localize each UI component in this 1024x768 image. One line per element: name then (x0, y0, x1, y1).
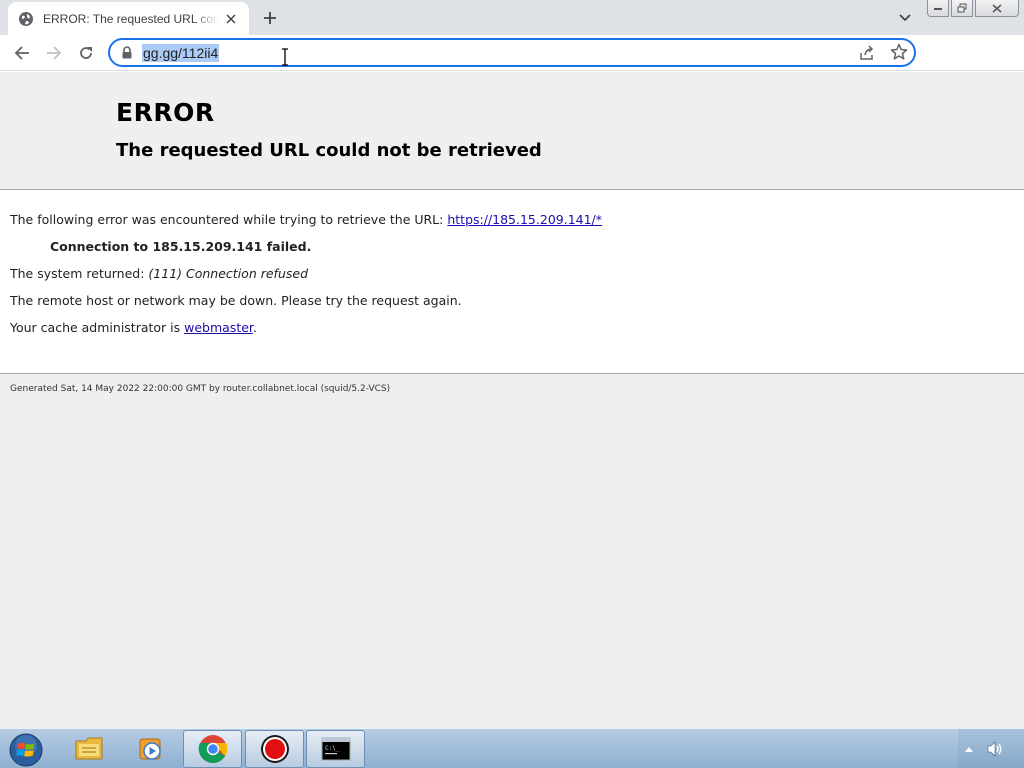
media-player-icon (139, 738, 161, 760)
terminal-icon: C:\_ (321, 737, 350, 761)
system-tray (958, 729, 1024, 768)
error-header: ERROR The requested URL could not be ret… (116, 98, 542, 161)
close-tab-icon[interactable] (223, 11, 239, 27)
footer-text: Generated Sat, 14 May 2022 22:00:00 GMT … (10, 384, 391, 394)
record-icon (260, 735, 289, 763)
chevron-down-icon (899, 14, 911, 22)
windows-start-icon (9, 733, 43, 767)
taskbar-command-prompt[interactable]: C:\_ (306, 730, 365, 768)
svg-text:C:\_: C:\_ (325, 745, 340, 752)
remote-host-text: The remote host or network may be down. … (10, 293, 462, 308)
new-tab-button[interactable] (259, 7, 281, 29)
folder-icon (75, 737, 102, 760)
system-returned-label: The system returned: (10, 266, 149, 281)
url-text[interactable]: gg.gg/112ii4 (142, 44, 220, 62)
restore-icon (957, 3, 967, 13)
tab-search-button[interactable] (895, 8, 915, 28)
webmaster-link[interactable]: webmaster (184, 320, 253, 335)
arrow-left-icon (14, 46, 29, 60)
share-icon[interactable] (858, 44, 876, 62)
globe-icon (19, 11, 33, 26)
reload-icon (80, 47, 92, 59)
taskbar-file-explorer[interactable] (60, 730, 119, 768)
restore-button[interactable] (951, 0, 973, 17)
connection-failed-text: Connection to 185.15.209.141 failed. (50, 239, 312, 254)
arrow-right-icon (47, 46, 62, 60)
cache-admin-end: . (252, 320, 257, 335)
window-controls (927, 0, 1019, 17)
show-hidden-icons[interactable] (964, 745, 974, 753)
system-returned-value: (111) Connection refused (148, 266, 308, 281)
close-icon (992, 3, 1002, 13)
minimize-button[interactable] (927, 0, 949, 17)
taskbar-media-player[interactable] (121, 730, 180, 768)
error-url-text: The following error was encountered whil… (10, 212, 448, 227)
tab-title: ERROR: The requested URL could not be re… (43, 11, 219, 26)
chrome-icon (198, 735, 227, 763)
system-returned-line: The system returned: (111) Connection re… (10, 266, 308, 281)
cache-admin-line: Your cache administrator is webmaster. (10, 320, 257, 335)
divider (0, 373, 1024, 374)
page-content: ERROR The requested URL could not be ret… (0, 72, 1024, 728)
browser-toolbar: gg.gg/112ii4 (0, 35, 1024, 98)
lock-icon[interactable] (121, 46, 133, 59)
taskbar-recorder[interactable] (245, 730, 304, 768)
taskbar: C:\_ (0, 728, 1024, 768)
browser-tab[interactable]: ERROR: The requested URL could not be re… (8, 2, 249, 35)
error-title: ERROR (116, 98, 215, 127)
taskbar-chrome[interactable] (183, 730, 242, 768)
reload-button[interactable] (73, 40, 99, 66)
text-cursor-icon (282, 48, 288, 66)
retrieved-url-link[interactable]: https://185.15.209.141/* (447, 212, 602, 227)
plus-icon (264, 12, 276, 24)
back-button[interactable] (9, 40, 35, 66)
tab-strip: ERROR: The requested URL could not be re… (0, 0, 1024, 35)
close-window-button[interactable] (975, 0, 1019, 17)
start-button[interactable] (6, 731, 46, 768)
cache-admin-label: Your cache administrator is (10, 320, 185, 335)
error-url-line: The following error was encountered whil… (10, 212, 602, 227)
error-details: The following error was encountered whil… (0, 190, 1024, 373)
error-subtitle: The requested URL could not be retrieved (116, 140, 542, 161)
address-bar[interactable]: gg.gg/112ii4 (108, 38, 916, 67)
forward-button[interactable] (41, 40, 67, 66)
volume-icon[interactable] (986, 741, 1004, 757)
minimize-icon (934, 8, 942, 10)
bookmark-star-icon[interactable] (890, 43, 908, 61)
